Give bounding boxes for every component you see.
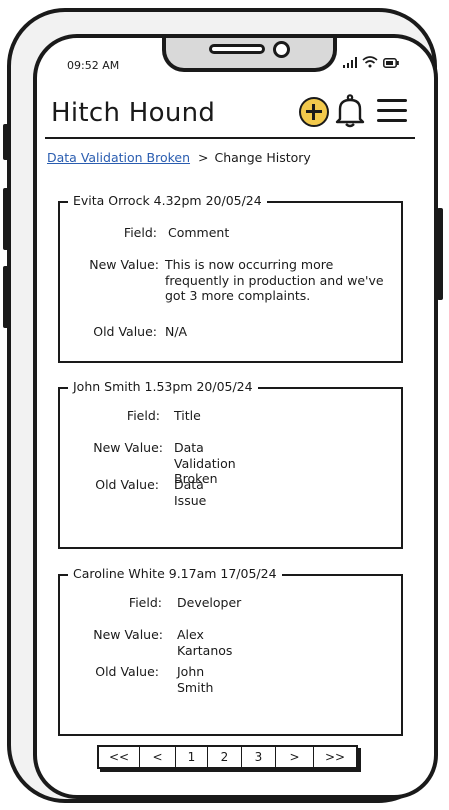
page-prev-button[interactable]: < (140, 747, 176, 767)
battery-icon (383, 58, 399, 68)
old-value: N/A (165, 324, 188, 339)
new-value: Alex Kartanos (177, 627, 233, 658)
bell-icon[interactable] (334, 94, 366, 128)
page-3-button[interactable]: 3 (242, 747, 276, 767)
screen: 09:52 AM Hitch Hound Data Validation Bro… (33, 34, 438, 799)
entry-header: Caroline White 9.17am 17/05/24 (68, 566, 282, 581)
page-1-button[interactable]: 1 (176, 747, 208, 767)
status-icons (343, 56, 399, 68)
speaker (209, 44, 265, 54)
new-value-label: New Value: (93, 440, 163, 455)
history-entry: Evita Orrock 4.32pm 20/05/24 Field: Comm… (58, 193, 403, 363)
phone-volume-up (3, 188, 9, 250)
field-value: Title (174, 408, 201, 423)
page-next-button[interactable]: > (276, 747, 314, 767)
page-2-button[interactable]: 2 (208, 747, 242, 767)
hamburger-menu-icon[interactable] (377, 97, 407, 125)
phone-side-button (3, 124, 9, 160)
field-label: Field: (128, 595, 162, 610)
phone-volume-down (3, 266, 9, 328)
entry-header: Evita Orrock 4.32pm 20/05/24 (68, 193, 267, 208)
wifi-icon (362, 56, 378, 68)
breadcrumb-separator: > (198, 150, 209, 165)
camera (273, 41, 290, 58)
field-value: Developer (177, 595, 242, 610)
page-last-button[interactable]: >> (314, 747, 356, 767)
signal-icon (343, 57, 357, 68)
breadcrumb: Data Validation Broken > Change History (47, 150, 311, 165)
old-value: John Smith (177, 664, 214, 695)
field-label: Field: (126, 408, 160, 423)
history-entry: Caroline White 9.17am 17/05/24 Field: De… (58, 566, 403, 736)
header-divider (45, 137, 415, 139)
notch (162, 38, 337, 72)
page-first-button[interactable]: << (99, 747, 140, 767)
old-value-label: Old Value: (95, 477, 159, 492)
breadcrumb-link-issue[interactable]: Data Validation Broken (47, 150, 190, 165)
old-value-label: Old Value: (93, 324, 157, 339)
new-value-label: New Value: (93, 627, 163, 642)
app-title: Hitch Hound (51, 98, 216, 128)
status-time: 09:52 AM (67, 59, 120, 72)
pagination: << < 1 2 3 > >> (97, 745, 358, 769)
field-label: Field: (123, 225, 157, 240)
old-value-label: Old Value: (95, 664, 159, 679)
old-value: Data Issue (174, 477, 207, 508)
plus-circle-icon[interactable] (299, 97, 329, 127)
new-value-label: New Value: (89, 257, 159, 272)
field-value: Comment (168, 225, 230, 240)
new-value: This is now occurring more frequently in… (165, 257, 384, 303)
entry-header: John Smith 1.53pm 20/05/24 (68, 379, 258, 394)
breadcrumb-current: Change History (214, 150, 311, 165)
history-entry: John Smith 1.53pm 20/05/24 Field: Title … (58, 379, 403, 549)
phone-frame: 09:52 AM Hitch Hound Data Validation Bro… (3, 8, 443, 803)
